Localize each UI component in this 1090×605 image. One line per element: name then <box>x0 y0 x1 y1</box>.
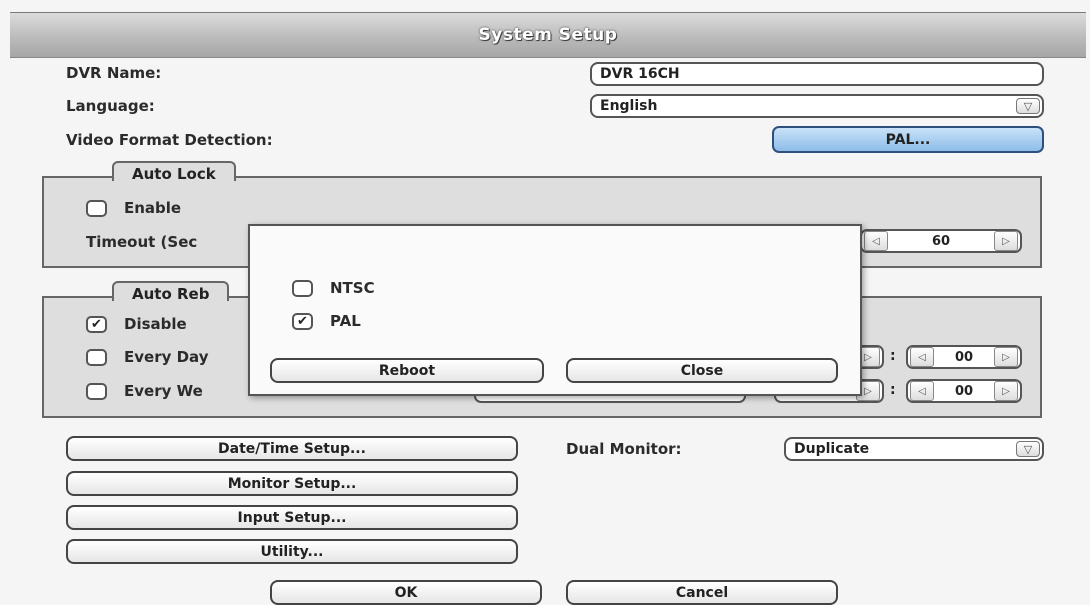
pal-label: PAL <box>330 312 361 330</box>
triangle-right-icon[interactable]: ▷ <box>994 231 1018 251</box>
video-format-button[interactable]: PAL... <box>772 126 1044 153</box>
auto-reboot-disable-checkbox[interactable]: ✔ <box>86 316 107 333</box>
auto-reboot-disable-label: Disable <box>124 315 187 333</box>
triangle-right-icon[interactable]: ▷ <box>994 347 1018 367</box>
close-button[interactable]: Close <box>566 358 838 383</box>
reboot-day-minute-value: 00 <box>954 349 974 365</box>
video-format-dialog: NTSC ✔ PAL Reboot Close <box>248 224 862 396</box>
dvr-name-label: DVR Name: <box>66 64 162 82</box>
timeout-spinner[interactable]: ◁ 60 ▷ <box>860 229 1022 253</box>
window-title: System Setup <box>478 25 618 45</box>
reboot-day-minute-spinner[interactable]: ◁ 00 ▷ <box>906 345 1022 369</box>
every-day-label: Every Day <box>124 348 209 366</box>
ntsc-label: NTSC <box>330 279 375 297</box>
utility-button[interactable]: Utility... <box>66 539 518 564</box>
dual-monitor-select[interactable]: Duplicate ▽ <box>784 437 1044 461</box>
timeout-value: 60 <box>931 233 951 249</box>
pal-checkbox[interactable]: ✔ <box>292 313 313 330</box>
checkmark-icon: ✔ <box>297 314 308 329</box>
every-week-checkbox[interactable] <box>86 383 107 400</box>
language-label: Language: <box>66 97 155 115</box>
video-format-label: Video Format Detection: <box>66 131 273 149</box>
reboot-button[interactable]: Reboot <box>270 358 544 383</box>
dual-monitor-label: Dual Monitor: <box>566 440 682 458</box>
auto-lock-title: Auto Lock <box>112 161 236 183</box>
language-select[interactable]: English ▽ <box>590 94 1044 118</box>
language-value: English <box>600 98 658 114</box>
chevron-down-icon[interactable]: ▽ <box>1016 441 1040 457</box>
auto-lock-enable-label: Enable <box>124 199 182 217</box>
input-setup-button[interactable]: Input Setup... <box>66 505 518 530</box>
every-day-checkbox[interactable] <box>86 349 107 366</box>
monitor-setup-button[interactable]: Monitor Setup... <box>66 471 518 496</box>
dvr-name-input[interactable]: DVR 16CH <box>590 62 1044 86</box>
time-separator: : <box>890 382 896 398</box>
triangle-right-icon[interactable]: ▷ <box>994 381 1018 401</box>
auto-lock-enable-checkbox[interactable] <box>86 200 107 217</box>
chevron-down-icon[interactable]: ▽ <box>1016 98 1040 114</box>
time-separator: : <box>890 348 896 364</box>
cancel-button[interactable]: Cancel <box>566 580 838 605</box>
every-week-label: Every We <box>124 382 203 400</box>
triangle-left-icon[interactable]: ◁ <box>910 381 934 401</box>
auto-reboot-title: Auto Reb <box>112 281 230 303</box>
ok-button[interactable]: OK <box>270 580 542 605</box>
ntsc-checkbox[interactable] <box>292 280 313 297</box>
date-time-setup-button[interactable]: Date/Time Setup... <box>66 436 518 461</box>
system-setup-window: System Setup DVR Name: DVR 16CH Language… <box>0 0 1090 605</box>
triangle-left-icon[interactable]: ◁ <box>864 231 888 251</box>
checkmark-icon: ✔ <box>91 317 102 332</box>
reboot-week-minute-value: 00 <box>954 383 974 399</box>
timeout-label: Timeout (Sec <box>86 233 198 251</box>
triangle-left-icon[interactable]: ◁ <box>910 347 934 367</box>
reboot-week-minute-spinner[interactable]: ◁ 00 ▷ <box>906 379 1022 403</box>
dual-monitor-value: Duplicate <box>794 441 870 457</box>
title-bar: System Setup <box>10 12 1086 58</box>
